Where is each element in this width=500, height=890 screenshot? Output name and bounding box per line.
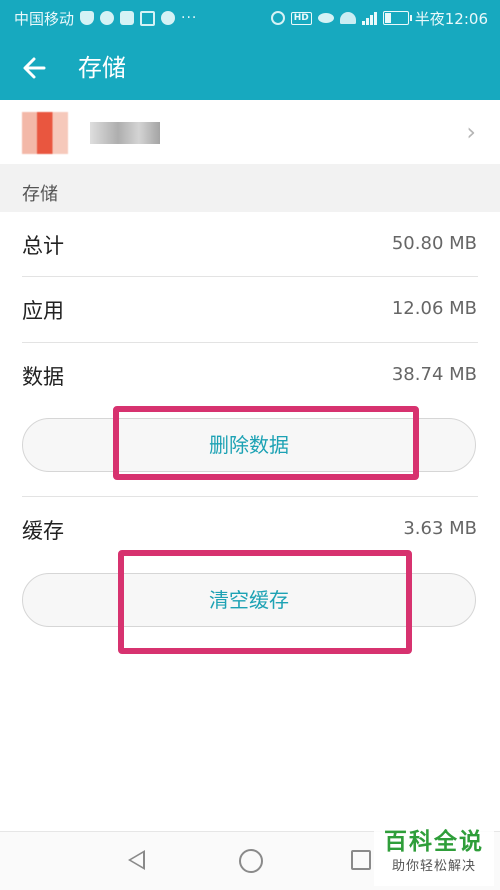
status-bar-left: 中国移动 ··· — [14, 0, 197, 36]
data-label: 数据 — [22, 365, 64, 389]
cache-label: 缓存 — [22, 519, 64, 543]
alarm-icon — [270, 11, 285, 25]
watermark-subtitle: 助你轻松解决 — [391, 859, 476, 874]
status-bar-right: HD 半夜12:06 — [270, 0, 488, 36]
app-size-label: 应用 — [22, 299, 64, 323]
total-row: 总计 50.80 MB — [0, 212, 500, 276]
status-bar: 中国移动 ··· HD 半夜12:06 — [0, 0, 500, 36]
eye-comfort-icon — [317, 13, 334, 23]
wechat-icon — [100, 11, 115, 25]
chevron-right-icon: › — [466, 118, 476, 146]
section-title: 存储 — [22, 184, 58, 205]
security-shield-icon — [80, 11, 95, 25]
battery-icon — [382, 11, 412, 25]
total-label: 总计 — [22, 234, 64, 258]
app-info-row[interactable]: › — [0, 100, 500, 164]
cache-value: 3.63 MB — [403, 518, 477, 539]
app-toolbar: 存储 — [0, 36, 500, 100]
clock-time: 半夜12:06 — [414, 9, 488, 28]
page-title: 存储 — [78, 54, 126, 82]
data-row: 数据 38.74 MB — [0, 343, 500, 407]
app-name-blurred — [90, 122, 160, 144]
app-size-row: 应用 12.06 MB — [0, 277, 500, 341]
hd-icon: HD — [290, 11, 312, 25]
data-value: 38.74 MB — [391, 364, 477, 385]
watermark-logo: 百科全说 助你轻松解决 — [374, 826, 494, 886]
more-notifications-icon: ··· — [181, 10, 198, 26]
app-icon — [22, 112, 68, 154]
storage-section-header: 存储 — [0, 164, 500, 212]
back-arrow-icon[interactable] — [18, 50, 54, 86]
message-app-icon — [120, 11, 135, 25]
highlight-box-delete-data — [113, 406, 419, 480]
cat-app-icon — [161, 11, 176, 25]
triangle-back-icon[interactable] — [128, 850, 145, 870]
arrow-left-icon — [23, 57, 46, 79]
app-notification-icon — [140, 10, 156, 26]
app-size-value: 12.06 MB — [391, 298, 477, 319]
square-recent-icon[interactable] — [351, 850, 371, 870]
wifi-icon — [339, 12, 356, 24]
circle-home-icon[interactable] — [239, 849, 263, 873]
carrier-label: 中国移动 — [14, 9, 75, 28]
total-value: 50.80 MB — [391, 233, 477, 254]
watermark-title: 百科全说 — [384, 829, 484, 855]
signal-strength-icon — [361, 11, 377, 25]
highlight-box-clear-cache — [118, 550, 412, 654]
